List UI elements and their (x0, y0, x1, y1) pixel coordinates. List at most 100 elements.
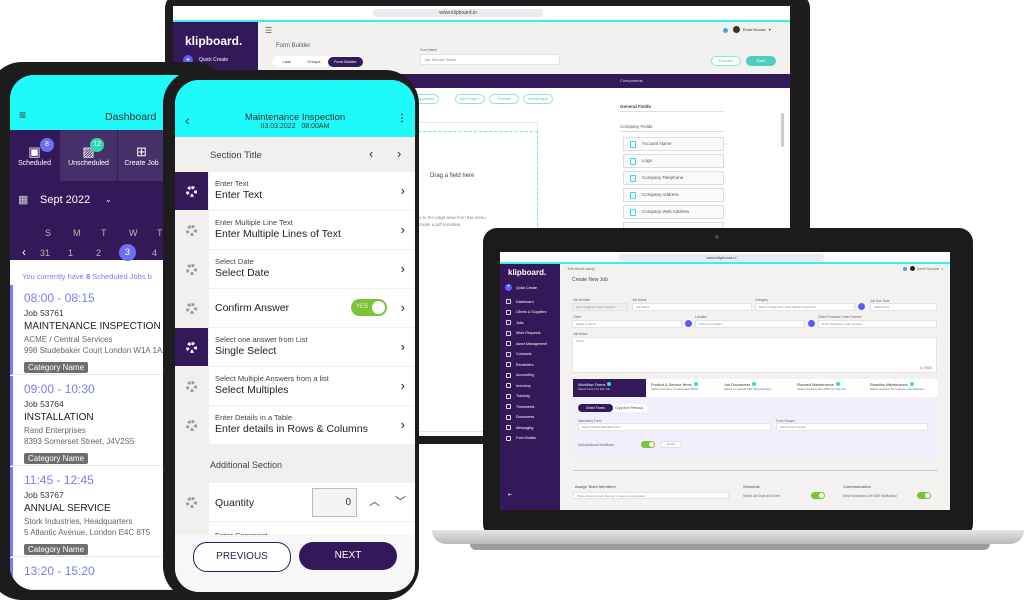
add-workflows-toggle[interactable] (641, 441, 655, 448)
date[interactable]: 1 (68, 248, 96, 258)
next-section-icon[interactable]: › (397, 146, 401, 161)
date[interactable]: 31 (40, 248, 68, 258)
form-row[interactable]: Enter Multiple Line Text Enter Multiple L… (175, 211, 415, 249)
inventory-icon (506, 383, 511, 388)
po-number-input[interactable]: Enter Purchase Order Number (818, 320, 937, 328)
quick-create-label: Quick Create (199, 57, 229, 63)
chevron-down-icon[interactable]: ⌄ (105, 195, 112, 204)
form-row[interactable]: Enter Details in a Table Enter details in… (175, 406, 415, 444)
menu-item-reminders[interactable]: Reminders (506, 362, 533, 367)
menu-item-form-builder[interactable]: Form Builder (506, 435, 537, 441)
tile-create-job[interactable]: ⊞ Create Job (118, 130, 165, 181)
date-selected[interactable]: 3 (119, 244, 152, 261)
next-button[interactable]: NEXT (299, 542, 397, 570)
form-row[interactable]: Select Date Select Date › (175, 250, 415, 288)
tab-reactive-maintenance[interactable]: Reactive Maintenance Select Asset(s) for … (865, 379, 938, 397)
menu-item-jobs[interactable]: Jobs (506, 320, 524, 325)
category-select[interactable]: Select Categories / Auto default to Gene… (755, 303, 855, 311)
decrement-icon[interactable]: ﹀ (395, 493, 406, 509)
tab-workflow-forms[interactable]: Workflow Forms Select forms for this Job (573, 379, 646, 397)
hamburger-icon[interactable]: ☰ (265, 26, 272, 35)
general-fields-section[interactable]: General Fields (620, 104, 651, 109)
component-item[interactable]: Company Telephone (623, 171, 724, 185)
form-name-input[interactable]: Job Service Sheet (420, 54, 560, 65)
browser-bar: www.klipboard.io (500, 252, 950, 262)
job-name-input[interactable]: Job Name (632, 303, 752, 311)
company-fields-section[interactable]: Company Fields (620, 124, 653, 129)
url-bar[interactable]: www.klipboard.io (619, 254, 824, 261)
client-select[interactable]: Select a Client (572, 320, 682, 328)
sms-toggle[interactable] (917, 492, 931, 499)
menu-item-work-requests[interactable]: Work Requests (506, 330, 541, 336)
quantity-input[interactable]: 0 (312, 488, 357, 517)
landscape-button[interactable]: Landscape (523, 94, 553, 104)
tile-scheduled[interactable]: ▣ Scheduled 8 (10, 130, 59, 181)
menu-item-tracking[interactable]: Tracking (506, 393, 530, 399)
component-item[interactable]: Account Name (623, 137, 724, 151)
menu-item-contracts[interactable]: Contracts (506, 351, 531, 357)
location-select[interactable]: Select a Location (695, 320, 805, 328)
confirm-toggle[interactable]: YES (351, 299, 387, 316)
menu-item-inventory[interactable]: Inventory (506, 383, 531, 388)
preview-button[interactable]: Preview (711, 56, 741, 66)
component-item[interactable]: Company Address (623, 188, 724, 202)
portrait-button[interactable]: Portrait (489, 94, 519, 104)
add-page-button[interactable]: Add Page + (455, 94, 485, 104)
team-member-select[interactable]: Please Select a Team Member or leave as … (573, 492, 729, 499)
select-forms-button[interactable]: Select Forms (578, 404, 613, 412)
add-location-button[interactable] (808, 320, 815, 327)
form-row[interactable]: Enter Text Enter Text › (175, 172, 415, 210)
save-button[interactable]: Save (746, 56, 776, 66)
menu-item-accounting[interactable]: Accounting (506, 372, 534, 378)
component-item[interactable]: Logo (623, 154, 724, 168)
field-icon (630, 192, 636, 199)
mandatory-form-select[interactable]: Select Mobile Workflow Form (578, 423, 771, 431)
collapse-sidebar-icon[interactable]: ⇤ (508, 492, 512, 498)
add-client-button[interactable] (685, 320, 692, 327)
tab-lists[interactable]: Lists (273, 59, 300, 64)
job-notes-textarea[interactable]: Notes (572, 337, 937, 373)
menu-item-messaging[interactable]: Messaging (506, 425, 533, 430)
component-item[interactable]: Company Web Address (623, 205, 724, 219)
menu-item-asset-management[interactable]: Asset Management (506, 341, 547, 346)
user-menu[interactable]: Evan Brooks ▾ (733, 26, 771, 33)
tab-planned-maintenance[interactable]: Planned Maintenance Select Asset(s) due P… (792, 379, 865, 397)
schedule-heading: Schedule (743, 484, 760, 489)
month-selector[interactable]: Sept 2022 (40, 194, 90, 206)
quick-create-button[interactable]: + Quick Create (505, 284, 537, 291)
due-date-select[interactable]: Select Date (870, 303, 937, 311)
tab-job-documents[interactable]: Job Documents Select or Upload PDF Docume… (719, 379, 792, 397)
form-group-select[interactable]: Select Form Group (776, 423, 928, 431)
tab-groups[interactable]: Groups (300, 59, 327, 64)
menu-item-documents[interactable]: Documents (506, 414, 534, 420)
form-row[interactable]: Confirm Answer YES › (175, 289, 415, 327)
form-row[interactable]: Select one answer from List Single Select… (175, 328, 415, 366)
chevron-right-icon: › (400, 417, 405, 432)
prev-week-icon[interactable]: ‹ (22, 245, 26, 259)
user-menu[interactable]: Name Surname ▾ (910, 266, 943, 271)
copy-from-previous-button[interactable]: Copy from Previous (615, 404, 643, 412)
increment-icon[interactable]: ︿ (369, 493, 380, 509)
add-category-button[interactable] (858, 303, 865, 310)
notification-icon[interactable] (723, 28, 728, 33)
tile-unscheduled[interactable]: ▨ Unscheduled 12 (60, 130, 117, 181)
tab-product-service[interactable]: Product & Service Items Select Inventory … (646, 379, 719, 397)
schedule-toggle[interactable] (811, 492, 825, 499)
more-icon[interactable]: ⋮ (397, 113, 407, 124)
modify-button[interactable]: Modify (660, 441, 682, 448)
menu-item-clients[interactable]: Clients & Suppliers (506, 309, 546, 315)
menu-icon[interactable]: ≡ (19, 108, 26, 122)
exit-without-saving-link[interactable]: ‹ Exit without saving (566, 267, 594, 271)
prev-section-icon[interactable]: ‹ (369, 146, 373, 161)
form-row[interactable]: Select Multiple Answers from a list Selec… (175, 367, 415, 405)
partial-row[interactable]: Enter Comment (209, 522, 415, 536)
components-header: Components (620, 78, 643, 83)
notification-icon[interactable] (903, 267, 907, 271)
url-bar[interactable]: www.klipboard.io (373, 9, 543, 17)
drag-hint: create a pdf template. (418, 222, 462, 227)
menu-item-timesheets[interactable]: Timesheets (506, 404, 534, 409)
scrollbar[interactable] (781, 113, 784, 147)
menu-item-dashboard[interactable]: Dashboard (506, 299, 534, 304)
tab-form-builder[interactable]: Form Builder (327, 56, 363, 67)
previous-button[interactable]: PREVIOUS (193, 542, 291, 572)
